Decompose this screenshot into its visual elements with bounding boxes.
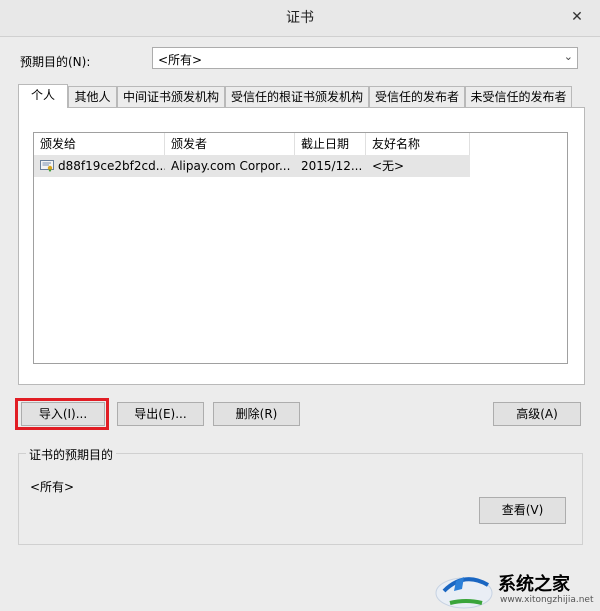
tab-trusted-publishers[interactable]: 受信任的发布者 [369, 86, 465, 108]
import-button[interactable]: 导入(I)... [21, 402, 105, 426]
cell-issued-by: Alipay.com Corpor... [171, 159, 291, 173]
column-issued-to[interactable]: 颁发给 [34, 133, 165, 155]
tab-trusted-root-ca[interactable]: 受信任的根证书颁发机构 [225, 86, 369, 108]
tab-panel-personal: 颁发给 颁发者 截止日期 友好名称 d88f19ce2bf2cd... Alip… [18, 107, 585, 385]
column-friendly-name[interactable]: 友好名称 [366, 133, 470, 155]
intended-purpose-value: <所有> [158, 53, 203, 67]
export-button[interactable]: 导出(E)... [117, 402, 204, 426]
tab-other-people[interactable]: 其他人 [68, 86, 117, 108]
cell-expiration-date: 2015/12... [301, 159, 363, 173]
certificates-dialog: 证书 ✕ 预期目的(N): <所有> ⌄ 个人 其他人 中间证书颁发机构 受信任… [0, 0, 600, 611]
tab-untrusted-publishers[interactable]: 未受信任的发布者 [465, 86, 572, 108]
site-watermark: 系统之家 www.xitongzhijia.net [430, 563, 600, 611]
chevron-down-icon: ⌄ [563, 50, 573, 63]
tab-intermediate-ca[interactable]: 中间证书颁发机构 [117, 86, 225, 108]
certificate-purposes-value: <所有> [30, 480, 75, 494]
list-header: 颁发给 颁发者 截止日期 友好名称 [34, 133, 567, 155]
intended-purpose-select[interactable]: <所有> ⌄ [152, 47, 578, 69]
view-button[interactable]: 查看(V) [479, 497, 566, 524]
watermark-text: 系统之家 [498, 574, 570, 595]
cell-issued-to: d88f19ce2bf2cd... [58, 159, 165, 173]
watermark-logo-icon [435, 577, 493, 609]
close-button[interactable]: ✕ [564, 6, 590, 28]
certificate-purposes-title: 证书的预期目的 [26, 446, 117, 463]
remove-button[interactable]: 删除(R) [213, 402, 300, 426]
cell-friendly-name: <无> [372, 159, 405, 173]
tab-personal[interactable]: 个人 [18, 84, 68, 108]
advanced-button[interactable]: 高级(A) [493, 402, 581, 426]
window-title: 证书 [286, 10, 314, 26]
column-expiration-date[interactable]: 截止日期 [295, 133, 366, 155]
column-issued-by[interactable]: 颁发者 [165, 133, 295, 155]
table-row[interactable]: d88f19ce2bf2cd... Alipay.com Corpor... 2… [34, 155, 470, 177]
intended-purpose-label: 预期目的(N): [20, 55, 91, 69]
watermark-url: www.xitongzhijia.net [500, 595, 594, 605]
certificate-list[interactable]: 颁发给 颁发者 截止日期 友好名称 d88f19ce2bf2cd... Alip… [33, 132, 568, 364]
title-bar: 证书 ✕ [0, 0, 600, 37]
